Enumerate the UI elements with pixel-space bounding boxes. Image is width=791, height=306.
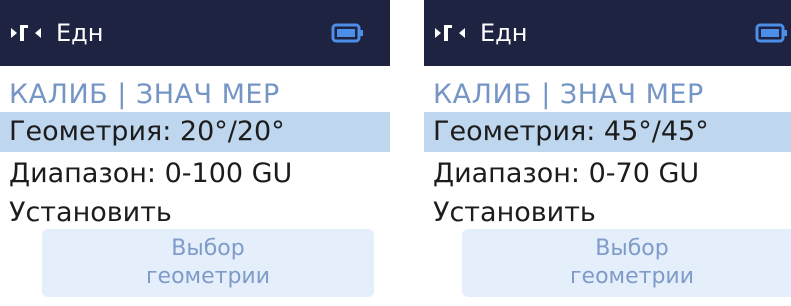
screen-divider: [390, 0, 424, 306]
status-bar: Едн: [424, 0, 791, 66]
button-label-line2: геометрии: [145, 264, 271, 289]
select-geometry-button[interactable]: Выбор геометрии: [42, 229, 374, 297]
battery-icon: [331, 23, 363, 43]
unit-label: Едн: [56, 19, 104, 47]
menu-item-set[interactable]: Установить: [424, 193, 791, 233]
unit-label: Едн: [480, 19, 528, 47]
menu-title: КАЛИБ | ЗНАЧ МЕР: [9, 79, 280, 110]
play-back-icon[interactable]: [11, 22, 51, 44]
menu-item-geometry[interactable]: Геометрия: 20°/20°: [0, 112, 390, 152]
device-screen-left: Едн КАЛИБ | ЗНАЧ МЕР Геометрия: 20°/20° …: [0, 0, 390, 306]
status-bar: Едн: [0, 0, 390, 66]
menu-item-range[interactable]: Диапазон: 0-100 GU: [0, 154, 390, 194]
device-screen-right: Едн КАЛИБ | ЗНАЧ МЕР Геометрия: 45°/45° …: [424, 0, 791, 306]
button-label-line1: Выбор: [595, 236, 669, 261]
battery-icon: [755, 23, 787, 43]
menu-item-set[interactable]: Установить: [0, 193, 390, 233]
button-label-line2: геометрии: [569, 264, 695, 289]
menu-title: КАЛИБ | ЗНАЧ МЕР: [433, 79, 704, 110]
menu-item-range[interactable]: Диапазон: 0-70 GU: [424, 154, 791, 194]
menu-item-geometry[interactable]: Геометрия: 45°/45°: [424, 112, 791, 152]
play-back-icon[interactable]: [435, 22, 475, 44]
button-label-line1: Выбор: [171, 236, 245, 261]
select-geometry-button[interactable]: Выбор геометрии: [462, 229, 791, 297]
